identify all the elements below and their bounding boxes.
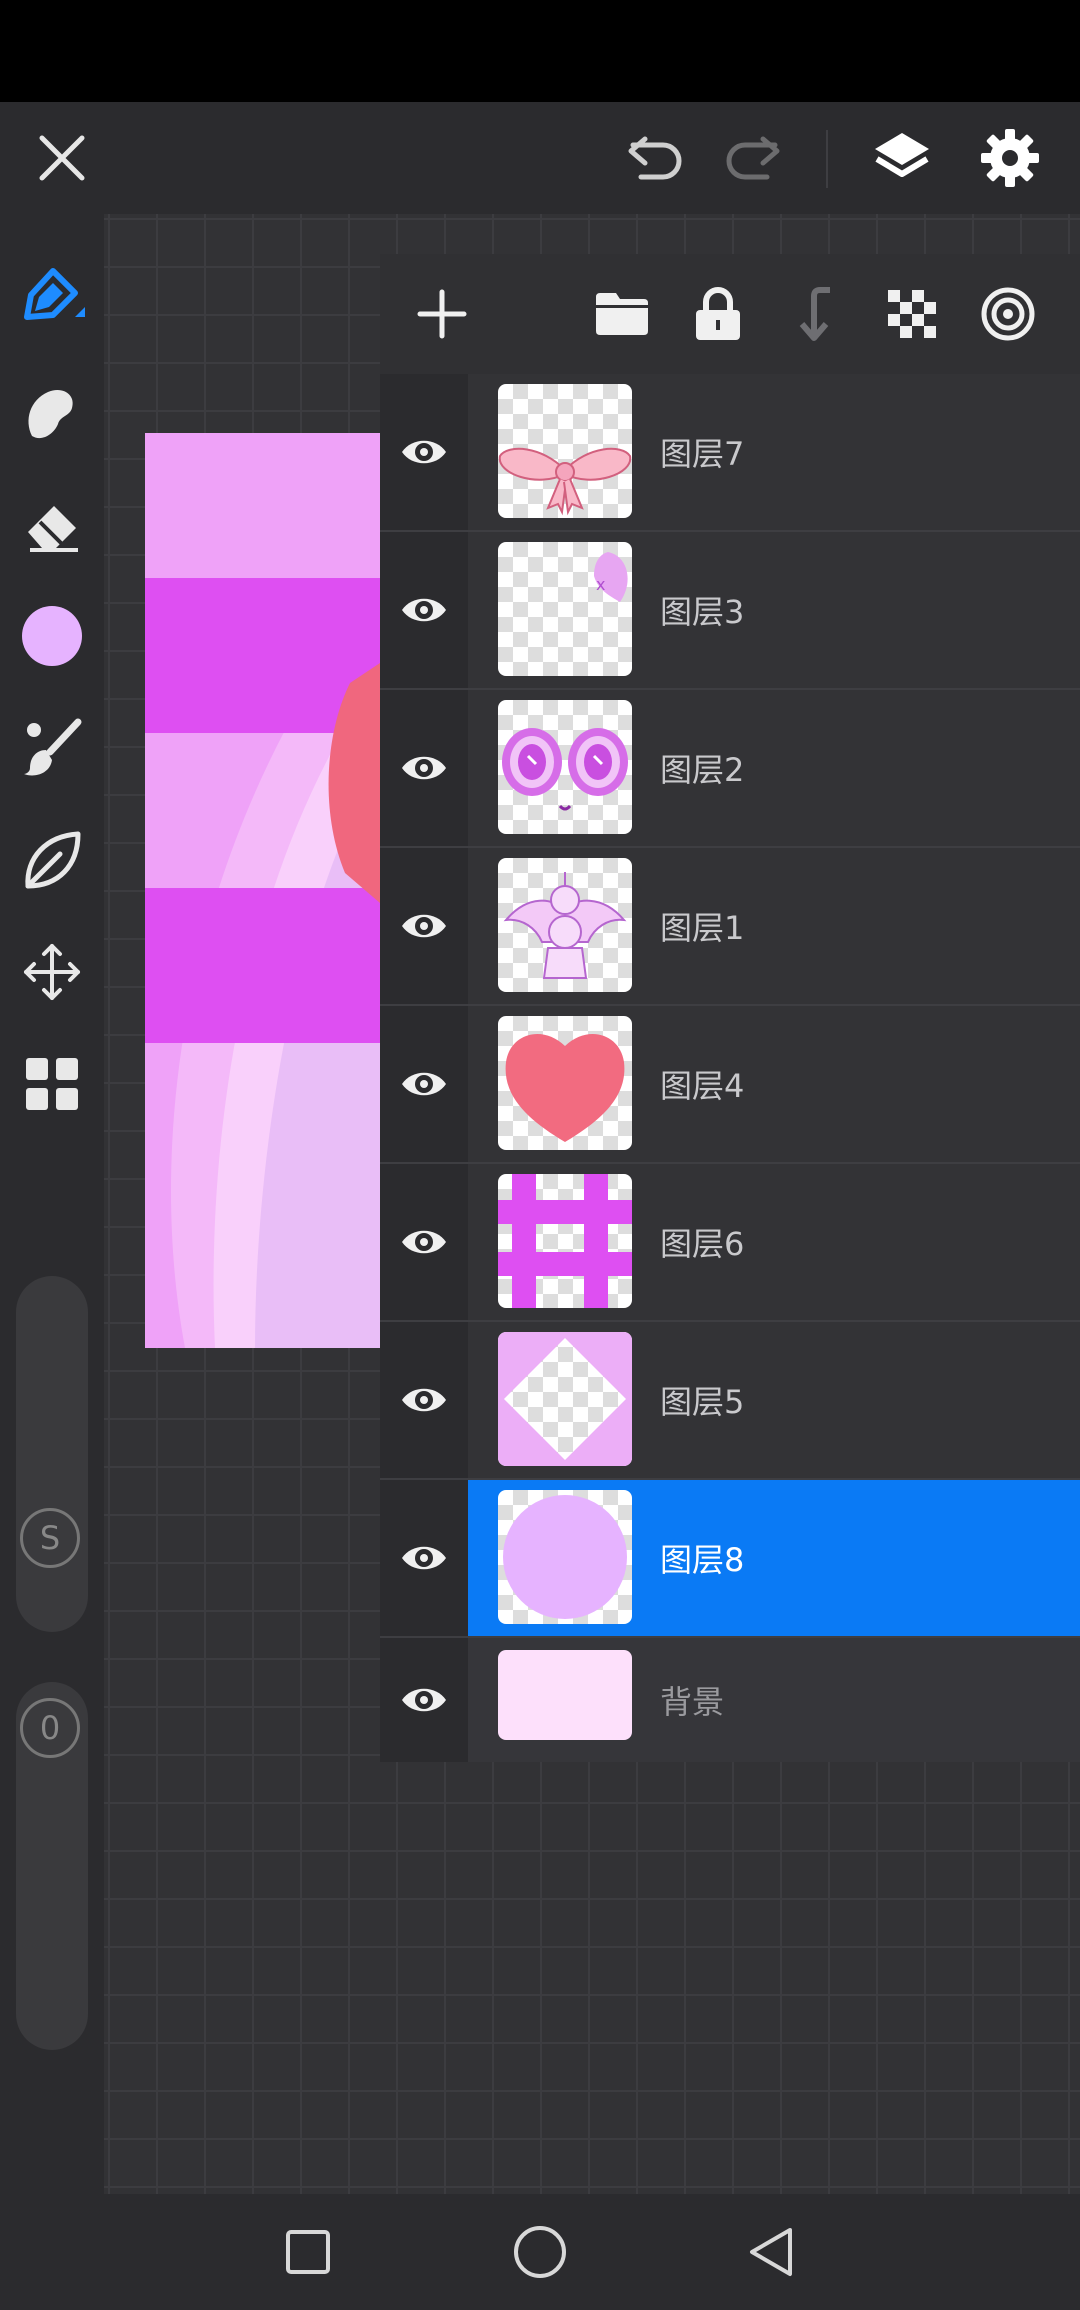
layer-row[interactable]: x 图层3 — [380, 532, 1080, 690]
brush-size-slider[interactable] — [16, 1276, 88, 1632]
eye-icon — [402, 1546, 446, 1570]
visibility-toggle[interactable] — [380, 690, 468, 846]
color-swatch[interactable] — [14, 598, 90, 674]
visibility-toggle[interactable] — [380, 1480, 468, 1636]
layers-icon[interactable] — [866, 122, 938, 194]
layer-name: 图层1 — [660, 909, 745, 947]
layer-body[interactable]: 图层2 — [468, 690, 1080, 846]
visibility-toggle[interactable] — [380, 1322, 468, 1478]
close-icon[interactable] — [30, 126, 94, 190]
plus-icon[interactable] — [410, 282, 474, 346]
navigation-bar — [0, 2194, 1080, 2310]
layer-thumbnail — [498, 1174, 632, 1308]
layers-panel: 图层7 x 图层3 图层2 图层1 图层4 图层6 图层5 图层8 背景 — [380, 254, 1080, 1762]
layer-thumbnail — [498, 384, 632, 518]
layer-body[interactable]: 图层5 — [468, 1322, 1080, 1478]
brush-icon[interactable] — [14, 710, 90, 786]
top-bar — [0, 102, 1080, 214]
layer-body[interactable]: 图层7 — [468, 374, 1080, 530]
layer-name: 图层7 — [660, 435, 745, 473]
visibility-toggle[interactable] — [380, 532, 468, 688]
layer-name: 图层8 — [660, 1541, 745, 1579]
eye-icon — [402, 1688, 446, 1712]
pen-icon[interactable] — [14, 258, 90, 334]
layer-name: 背景 — [660, 1683, 725, 1721]
layer-row[interactable]: 背景 — [380, 1638, 1080, 1762]
eye-icon — [402, 1072, 446, 1096]
layer-thumbnail — [498, 1490, 632, 1624]
eye-icon — [402, 914, 446, 938]
layer-thumbnail — [498, 1332, 632, 1466]
folder-icon[interactable] — [590, 282, 654, 346]
eye-icon — [402, 1388, 446, 1412]
layer-name: 图层2 — [660, 751, 745, 789]
visibility-toggle[interactable] — [380, 1006, 468, 1162]
layer-body[interactable]: 图层1 — [468, 848, 1080, 1004]
layer-name: 图层3 — [660, 593, 745, 631]
layer-row[interactable]: 图层4 — [380, 1006, 1080, 1164]
grid-icon[interactable] — [14, 1046, 90, 1122]
layer-name: 图层6 — [660, 1225, 745, 1263]
layer-thumbnail — [498, 1016, 632, 1150]
artwork-preview — [145, 433, 380, 1348]
lock-icon[interactable] — [686, 282, 750, 346]
merge-down-icon[interactable] — [784, 282, 848, 346]
leaf-icon[interactable] — [14, 822, 90, 898]
target-icon[interactable] — [976, 282, 1040, 346]
visibility-toggle[interactable] — [380, 374, 468, 530]
layer-thumbnail: x — [498, 542, 632, 676]
gear-icon[interactable] — [974, 122, 1046, 194]
divider — [826, 130, 828, 188]
size-slider-label: S — [39, 1519, 61, 1557]
home-icon[interactable] — [502, 2216, 578, 2288]
recent-apps-icon[interactable] — [270, 2216, 346, 2288]
status-bar — [0, 0, 1080, 102]
layer-thumbnail — [498, 1650, 632, 1740]
opacity-slider-knob[interactable]: 0 — [20, 1698, 80, 1758]
layer-body[interactable]: 图层4 — [468, 1006, 1080, 1162]
layer-body[interactable]: 图层6 — [468, 1164, 1080, 1320]
eye-icon — [402, 1230, 446, 1254]
layer-row[interactable]: 图层5 — [380, 1322, 1080, 1480]
visibility-toggle[interactable] — [380, 1164, 468, 1320]
move-icon[interactable] — [14, 934, 90, 1010]
layer-body[interactable]: x 图层3 — [468, 532, 1080, 688]
layer-row[interactable]: 图层1 — [380, 848, 1080, 1006]
layers-toolbar — [380, 254, 1080, 376]
layers-list: 图层7 x 图层3 图层2 图层1 图层4 图层6 图层5 图层8 背景 — [380, 374, 1080, 1762]
layer-row[interactable]: 图层6 — [380, 1164, 1080, 1322]
layer-body[interactable]: 背景 — [468, 1638, 1080, 1762]
layer-thumbnail — [498, 858, 632, 992]
opacity-slider-label: 0 — [39, 1709, 61, 1747]
size-slider-knob[interactable]: S — [20, 1508, 80, 1568]
layer-name: 图层5 — [660, 1383, 745, 1421]
eraser-icon[interactable] — [14, 486, 90, 562]
back-icon[interactable] — [734, 2216, 810, 2288]
layer-body[interactable]: 图层8 — [468, 1480, 1080, 1636]
eye-icon — [402, 598, 446, 622]
visibility-toggle[interactable] — [380, 848, 468, 1004]
eye-icon — [402, 756, 446, 780]
checkerboard-icon[interactable] — [880, 282, 944, 346]
svg-text:x: x — [596, 575, 605, 594]
undo-icon[interactable] — [620, 126, 692, 190]
visibility-toggle[interactable] — [380, 1638, 468, 1762]
redo-icon[interactable] — [716, 126, 788, 190]
eye-icon — [402, 440, 446, 464]
layer-row[interactable]: 图层8 — [380, 1480, 1080, 1638]
smudge-icon[interactable] — [14, 374, 90, 450]
layer-row[interactable]: 图层7 — [380, 374, 1080, 532]
layer-thumbnail — [498, 700, 632, 834]
layer-name: 图层4 — [660, 1067, 745, 1105]
layer-row[interactable]: 图层2 — [380, 690, 1080, 848]
